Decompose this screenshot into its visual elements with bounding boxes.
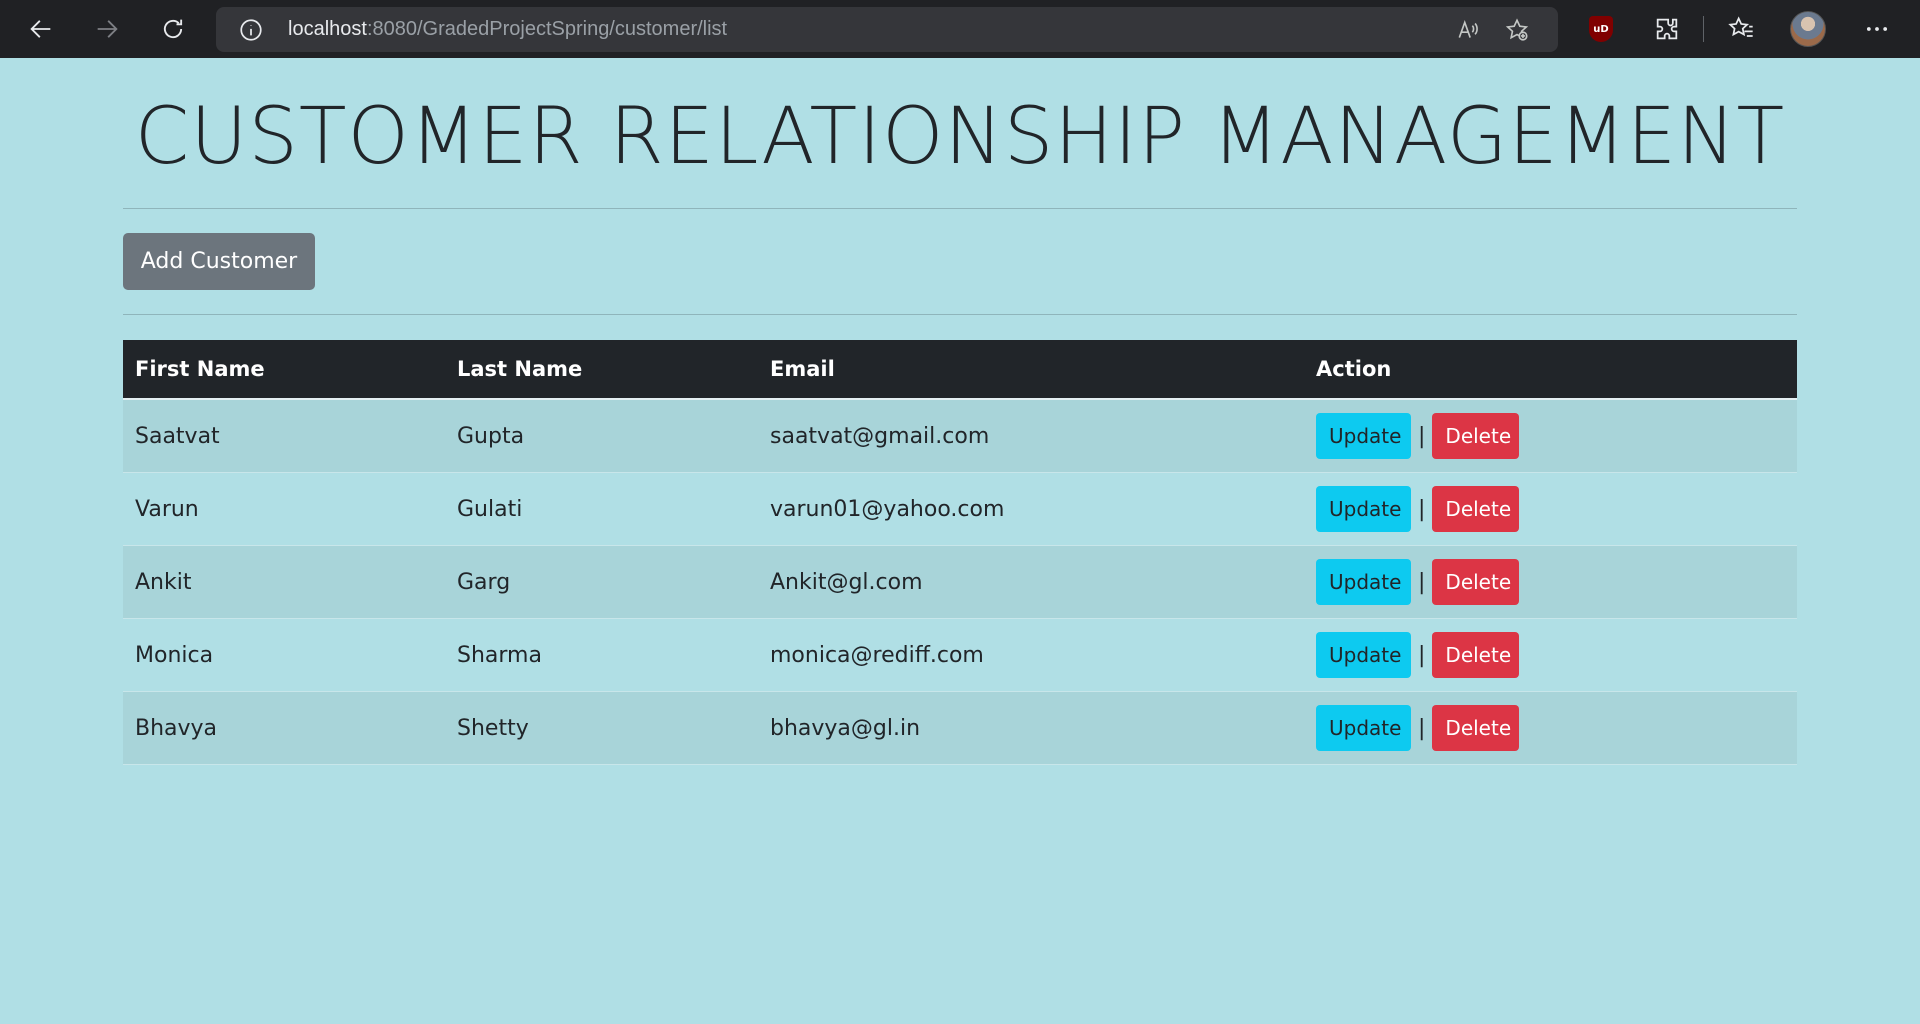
ublock-icon[interactable]: uD — [1584, 12, 1618, 46]
cell-email: bhavya@gl.in — [758, 691, 1304, 765]
favorites-icon[interactable] — [1724, 12, 1758, 46]
cell-action: Update | Delete — [1304, 618, 1797, 692]
cell-last-name: Sharma — [445, 618, 758, 692]
url-text[interactable]: localhost:8080/GradedProjectSpring/custo… — [288, 18, 727, 41]
more-icon[interactable] — [1860, 12, 1894, 46]
delete-button[interactable]: Delete — [1432, 705, 1520, 751]
url-host: localhost — [288, 18, 367, 40]
update-button[interactable]: Update — [1316, 705, 1411, 751]
cell-first-name: Monica — [123, 618, 445, 692]
add-favorite-icon[interactable] — [1501, 14, 1533, 46]
table-header-row: First Name Last Name Email Action — [123, 340, 1797, 400]
divider-top — [123, 208, 1797, 209]
cell-first-name: Ankit — [123, 545, 445, 619]
page-content: CUSTOMER RELATIONSHIP MANAGEMENT Add Cus… — [0, 58, 1920, 1024]
header-last-name: Last Name — [445, 340, 758, 400]
cell-last-name: Shetty — [445, 691, 758, 765]
cell-email: Ankit@gl.com — [758, 545, 1304, 619]
header-action: Action — [1304, 340, 1797, 400]
table-row: Varun Gulati varun01@yahoo.com Update | … — [123, 472, 1797, 546]
browser-toolbar: localhost:8080/GradedProjectSpring/custo… — [0, 0, 1920, 58]
table-row: Ankit Garg Ankit@gl.com Update | Delete — [123, 545, 1797, 619]
update-button[interactable]: Update — [1316, 486, 1411, 532]
update-button[interactable]: Update — [1316, 632, 1411, 678]
delete-button[interactable]: Delete — [1432, 632, 1520, 678]
refresh-icon[interactable] — [140, 0, 206, 58]
page-title: CUSTOMER RELATIONSHIP MANAGEMENT — [134, 92, 1786, 182]
address-bar[interactable]: localhost:8080/GradedProjectSpring/custo… — [216, 7, 1558, 52]
read-aloud-icon[interactable] — [1452, 14, 1484, 46]
cell-last-name: Gupta — [445, 399, 758, 473]
toolbar-divider — [1703, 16, 1704, 42]
update-button[interactable]: Update — [1316, 559, 1411, 605]
profile-avatar[interactable] — [1790, 11, 1826, 47]
table-row: Saatvat Gupta saatvat@gmail.com Update |… — [123, 399, 1797, 473]
cell-first-name: Varun — [123, 472, 445, 546]
table-row: Monica Sharma monica@rediff.com Update |… — [123, 618, 1797, 692]
cell-action: Update | Delete — [1304, 545, 1797, 619]
cell-first-name: Saatvat — [123, 399, 445, 473]
table-row: Bhavya Shetty bhavya@gl.in Update | Dele… — [123, 691, 1797, 765]
forward-icon[interactable] — [74, 0, 140, 58]
cell-email: varun01@yahoo.com — [758, 472, 1304, 546]
action-separator: | — [1418, 642, 1426, 668]
cell-email: monica@rediff.com — [758, 618, 1304, 692]
cell-action: Update | Delete — [1304, 691, 1797, 765]
cell-email: saatvat@gmail.com — [758, 399, 1304, 473]
cell-action: Update | Delete — [1304, 399, 1797, 473]
update-button[interactable]: Update — [1316, 413, 1411, 459]
cell-last-name: Gulati — [445, 472, 758, 546]
divider-bottom — [123, 314, 1797, 315]
add-customer-button[interactable]: Add Customer — [123, 233, 315, 290]
cell-first-name: Bhavya — [123, 691, 445, 765]
customer-table: First Name Last Name Email Action Saatva… — [123, 340, 1797, 765]
delete-button[interactable]: Delete — [1432, 486, 1520, 532]
header-email: Email — [758, 340, 1304, 400]
delete-button[interactable]: Delete — [1432, 559, 1520, 605]
header-first-name: First Name — [123, 340, 445, 400]
action-separator: | — [1418, 569, 1426, 595]
extensions-icon[interactable] — [1650, 12, 1684, 46]
cell-action: Update | Delete — [1304, 472, 1797, 546]
action-separator: | — [1418, 423, 1426, 449]
cell-last-name: Garg — [445, 545, 758, 619]
url-path: :8080/GradedProjectSpring/customer/list — [366, 18, 728, 40]
back-icon[interactable] — [8, 0, 74, 58]
info-icon[interactable] — [236, 15, 266, 45]
delete-button[interactable]: Delete — [1432, 413, 1520, 459]
action-separator: | — [1418, 496, 1426, 522]
action-separator: | — [1418, 715, 1426, 741]
